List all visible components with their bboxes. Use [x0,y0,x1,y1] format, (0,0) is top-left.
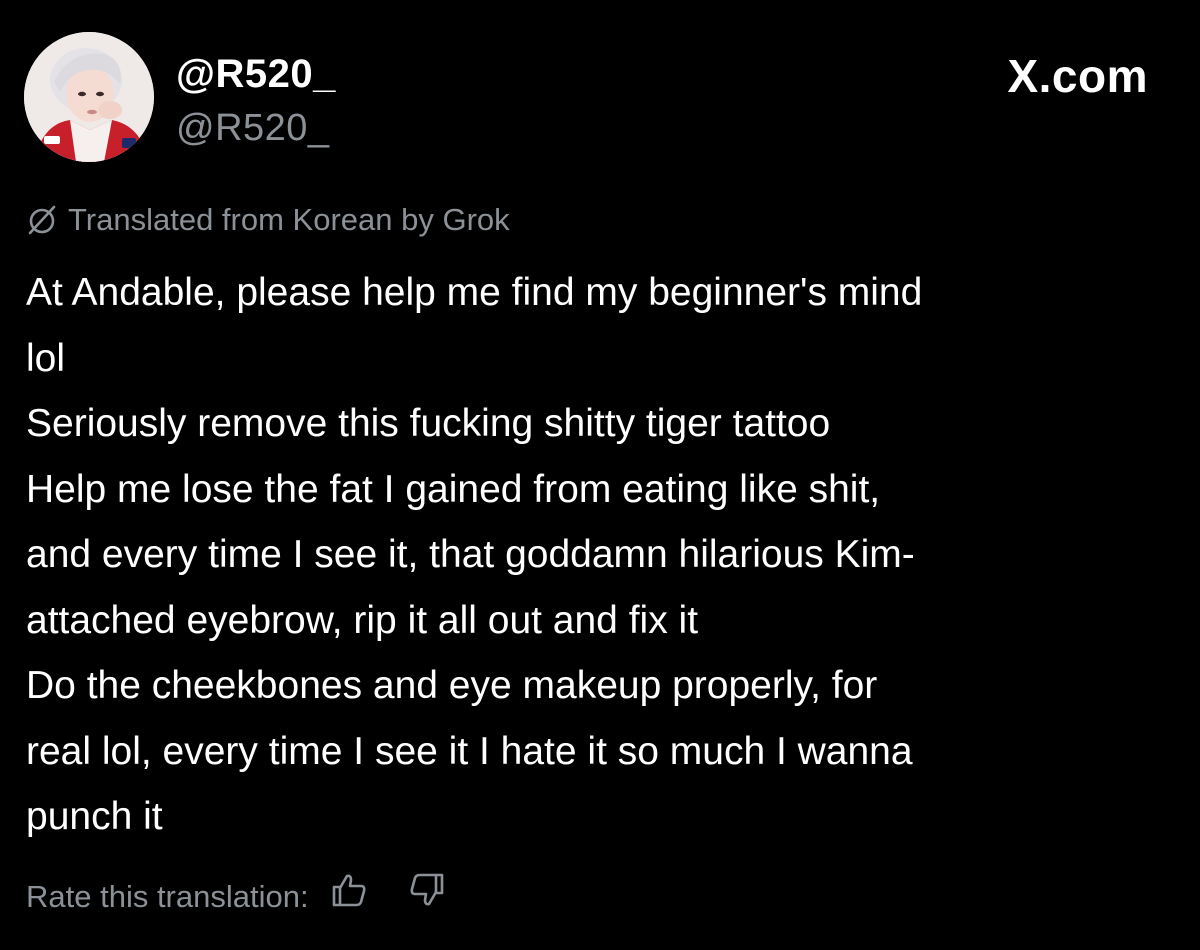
thumbs-up-button[interactable] [329,874,369,917]
tweet-header: @R520_ @R520_ X.com [24,32,1176,172]
thumbs-up-icon [330,871,368,924]
tweet-line: Seriously remove this fucking shitty tig… [26,402,831,445]
user-handle[interactable]: @R520_ [176,104,336,152]
tweet-line: attached eyebrow, rip it all out and fix… [26,598,699,642]
tweet-line: At Andable, please help me find my begin… [26,271,923,314]
tweet-line: Do the cheekbones and eye makeup properl… [26,664,878,707]
thumbs-down-button[interactable] [407,873,447,917]
translated-note-text: Translated from Korean by Grok [68,202,510,237]
tweet-line: Help me lose the fat I gained from eatin… [26,467,881,511]
tweet-text: At Andable, please help me find my begin… [26,260,1176,850]
tweet-line: and every time I see it, that goddamn hi… [26,533,915,576]
rate-translation-label: Rate this translation: [26,879,309,914]
tweet-line: lol [26,336,66,380]
user-names: @R520_ @R520_ [176,50,336,152]
thumbs-down-icon [408,871,446,924]
site-badge: X.com [1007,50,1148,102]
avatar[interactable] [24,32,154,162]
translate-slash-icon [26,203,60,237]
tweet-line: real lol, every time I see it I hate it … [26,729,913,773]
avatar-image [24,32,154,162]
rate-translation-row: Rate this translation: [26,872,447,922]
display-name[interactable]: @R520_ [176,50,336,98]
tweet-line: punch it [26,795,163,838]
translated-note: Translated from Korean by Grok [26,200,510,240]
